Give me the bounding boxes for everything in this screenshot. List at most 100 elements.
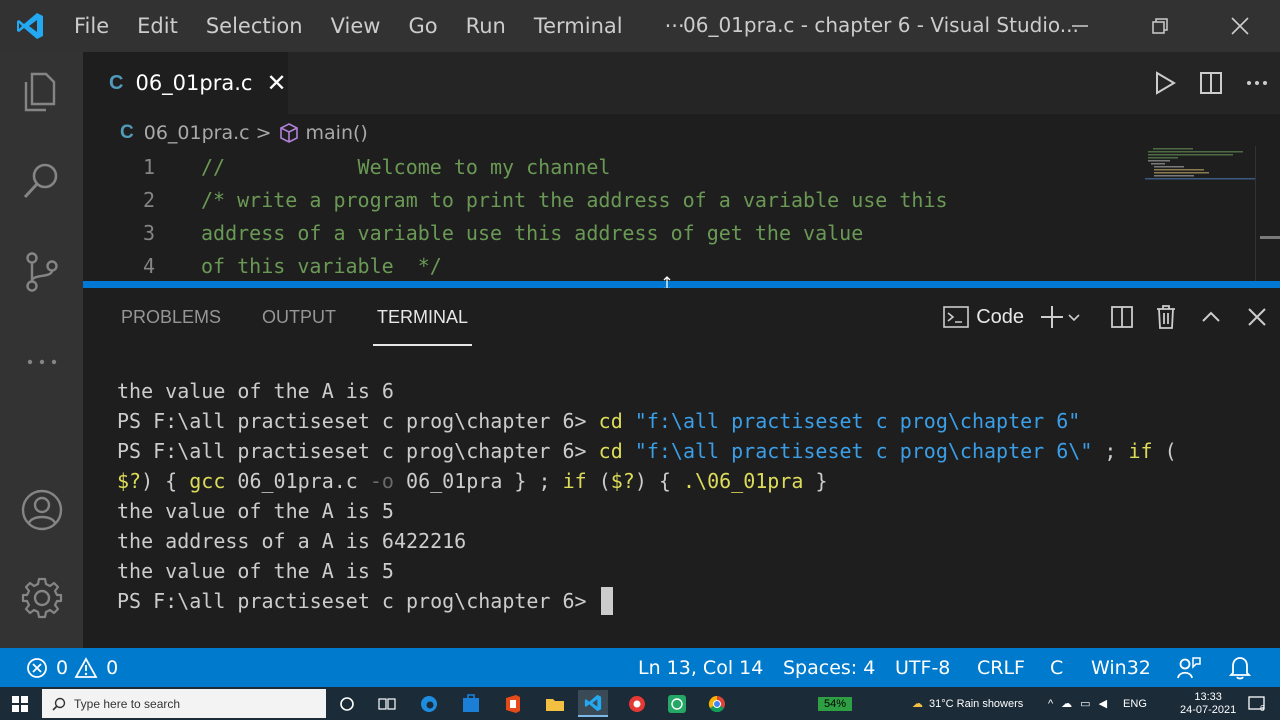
battery-indicator[interactable]: 54% [818,687,853,720]
tab-problems[interactable]: PROBLEMS [121,288,221,346]
menu-terminal[interactable]: Terminal [520,14,637,38]
output-text: the address of a A is 6422216 [117,529,467,553]
edge-app[interactable] [414,690,444,717]
terminal-selector[interactable]: Code [942,304,1024,330]
volume-icon[interactable]: ◀ [1099,697,1107,710]
notification-count: 6 [1260,704,1265,713]
encoding[interactable]: UTF-8 [895,648,950,687]
platform[interactable]: Win32 [1091,648,1151,687]
cursor-position[interactable]: Ln 13, Col 14 [638,648,763,687]
restore-button[interactable] [1120,0,1200,52]
code-line: 2 /* write a program to print the addres… [83,183,1143,216]
clock-date: 24-07-2021 [1180,703,1237,716]
gear-icon [21,577,62,619]
tab-close-icon[interactable]: ✕ [266,69,286,97]
cortana-circle-icon [340,696,354,711]
code-editor[interactable]: 1 // Welcome to my channel 2 /* write a … [83,150,1143,282]
network-icon[interactable]: ▭ [1080,697,1090,710]
explorer-button[interactable] [0,60,83,124]
kill-terminal-button[interactable] [1144,304,1188,330]
menu-go[interactable]: Go [394,14,451,38]
chevron-up-icon[interactable]: ^ [1048,698,1053,710]
output-text: the value of the A is 5 [117,499,394,523]
windows-logo-icon [12,695,28,712]
breadcrumb-file[interactable]: 06_01pra.c [144,122,250,144]
menu-selection[interactable]: Selection [192,14,317,38]
close-panel-button[interactable] [1234,305,1280,329]
tab-terminal[interactable]: TERMINAL [373,288,473,346]
panel-actions: Code [942,288,1280,346]
cmd-var: $? [117,469,142,493]
tab-label: 06_01pra.c [135,71,253,95]
cmd-file: 06_01pra.c [225,469,370,493]
more-actions-button[interactable] [1234,70,1280,96]
weather-widget[interactable]: ☁ 31°C Rain showers [912,687,1023,720]
run-button[interactable] [1142,70,1188,96]
maximize-panel-button[interactable] [1188,305,1234,329]
editor-area: C 06_01pra.c ✕ C 06_01pra.c > main() 1 / [83,52,1280,284]
warning-count: 0 [106,656,119,679]
close-window-button[interactable] [1200,0,1280,52]
recorder-app[interactable] [622,690,652,717]
cmd-cd: cd [598,409,623,433]
new-terminal-button[interactable] [1038,303,1090,331]
input-language[interactable]: ENG [1123,698,1147,710]
minimap[interactable] [1145,146,1255,284]
taskbar-search-box[interactable]: Type here to search [42,689,326,718]
tray-icons[interactable]: ^ ☁ ▭ ◀ ENG [1048,687,1147,720]
warning-icon [74,656,98,678]
menu-run[interactable]: Run [452,14,520,38]
breadcrumb-symbol[interactable]: main() [306,122,368,144]
cmd-gcc: gcc [189,469,226,493]
line-ending[interactable]: CRLF [977,648,1025,687]
terminal-line: PS F:\all practiseset c prog\chapter 6> … [117,436,1177,466]
cloud-icon[interactable]: ☁ [1061,697,1072,710]
office-app[interactable] [498,690,528,717]
cortana-button[interactable] [332,690,362,717]
extensions-button[interactable] [0,330,83,394]
problems-status[interactable]: 0 0 [26,648,118,687]
search-button[interactable] [0,148,83,212]
split-terminal-button[interactable] [1100,305,1144,329]
split-editor-button[interactable] [1188,70,1234,96]
minimize-button[interactable] [1040,0,1120,52]
code-line: 4 of this variable */ [83,249,1143,282]
menu-view[interactable]: View [317,14,395,38]
tab-output[interactable]: OUTPUT [262,288,336,346]
account-icon [21,489,62,531]
accounts-button[interactable] [0,478,83,542]
window-title: 06_01pra.c - chapter 6 - Visual Studio..… [683,13,1079,37]
tab-06-01pra-c[interactable]: C 06_01pra.c ✕ [83,52,288,114]
line-number: 1 [142,154,155,179]
clock[interactable]: 13:33 24-07-2021 [1180,687,1236,720]
cmd-close: } [803,469,828,493]
cmd-path: "f:\all practiseset c prog\chapter 6" [634,409,1081,433]
vscode-app[interactable] [578,690,608,717]
office-icon [506,694,520,713]
bottom-panel: PROBLEMS OUTPUT TERMINAL Code the value … [83,288,1280,648]
indentation[interactable]: Spaces: 4 [783,648,875,687]
start-button[interactable] [0,687,40,720]
panel-resize-sash[interactable] [83,276,1280,292]
status-bar: 0 0 Ln 13, Col 14 Spaces: 4 UTF-8 CRLF C… [0,648,1280,687]
notifications-button[interactable] [1228,648,1252,687]
language-mode[interactable]: C [1050,648,1063,687]
menu-edit[interactable]: Edit [123,14,192,38]
terminal-output[interactable]: the value of the A is 6 PS F:\all practi… [117,376,1177,616]
editor-scrollbar[interactable] [1255,146,1280,284]
chevron-down-icon[interactable] [1066,309,1082,325]
whatsapp-app[interactable] [662,690,692,717]
line-number: 3 [142,220,155,245]
file-explorer-app[interactable] [540,690,570,717]
terminal-name: Code [976,305,1024,328]
menu-file[interactable]: File [60,14,123,38]
source-control-button[interactable] [0,240,83,304]
action-center[interactable]: 6 [1248,687,1265,720]
feedback-button[interactable] [1176,648,1202,687]
chrome-app[interactable] [702,690,732,717]
restore-icon [1152,18,1168,34]
store-app[interactable] [456,690,486,717]
settings-button[interactable] [0,566,83,630]
task-view-button[interactable] [372,690,402,717]
code-text: of this variable */ [201,253,442,278]
